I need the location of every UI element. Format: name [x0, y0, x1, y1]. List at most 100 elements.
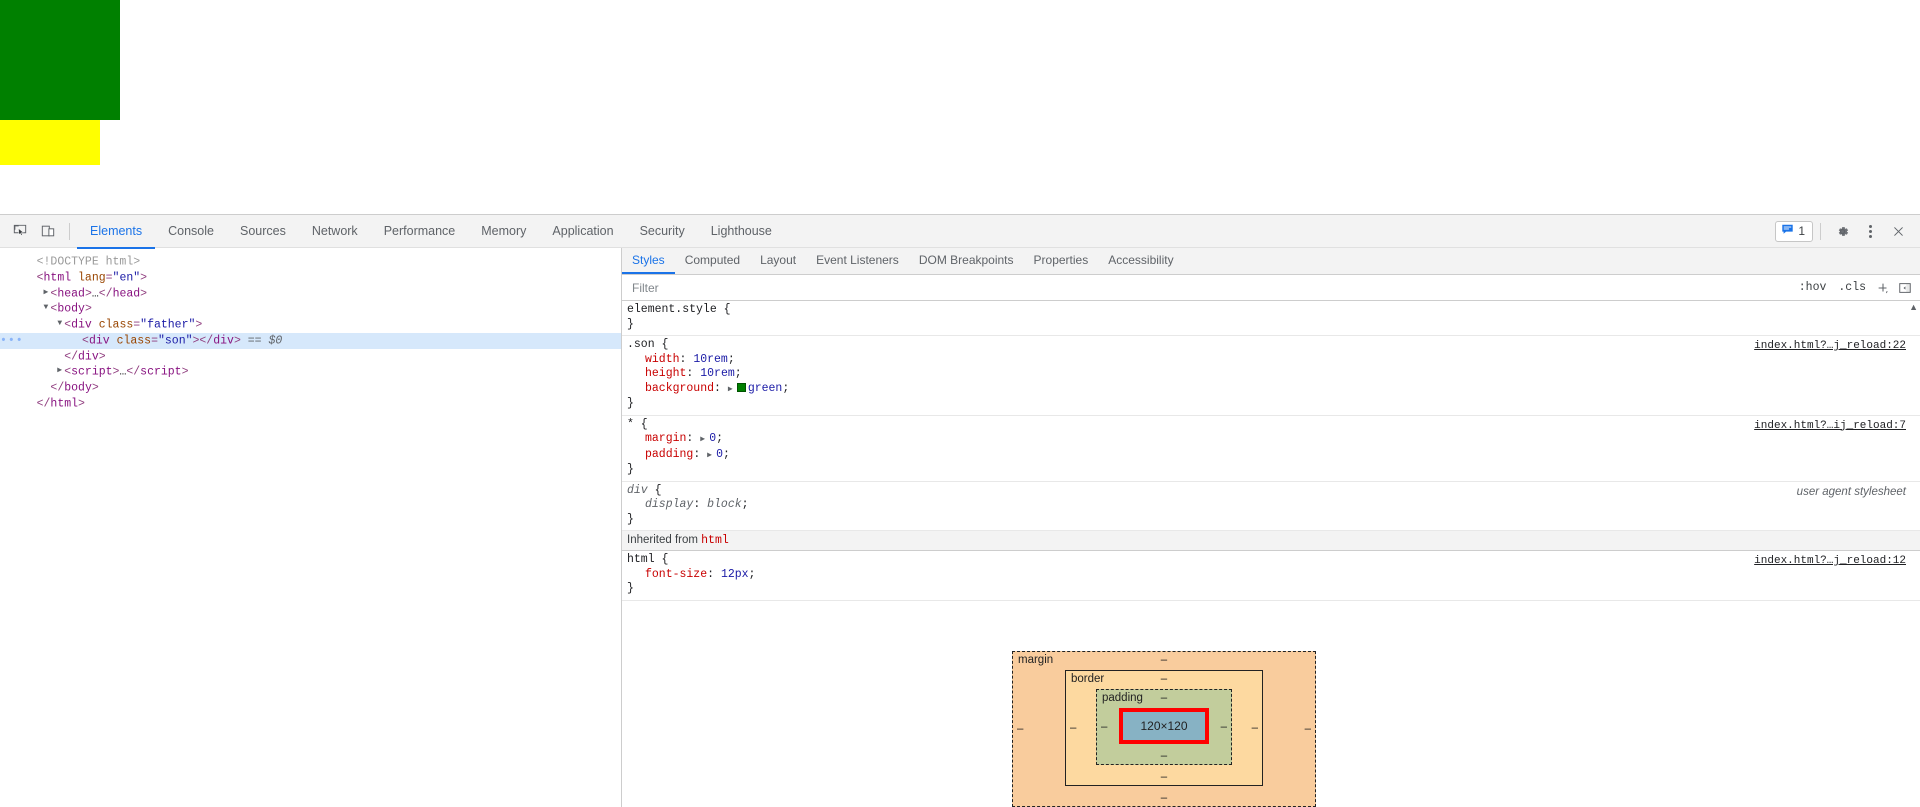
chevron-right-icon[interactable]: ▶ — [728, 383, 737, 398]
chevron-down-icon[interactable]: ▼ — [55, 317, 64, 332]
tab-dom-breakpoints[interactable]: DOM Breakpoints — [909, 248, 1024, 274]
dom-node-badge[interactable]: ••• — [0, 334, 32, 347]
tab-elements[interactable]: Elements — [77, 216, 156, 249]
inherited-source-tag[interactable]: html — [701, 534, 729, 547]
css-property-name[interactable]: margin — [645, 432, 686, 445]
dom-tree-pane[interactable]: <!DOCTYPE html> <html lang="en"> ▶ <head>… — [0, 248, 622, 807]
tab-event-listeners[interactable]: Event Listeners — [806, 248, 909, 274]
styles-filter-input[interactable] — [632, 280, 1793, 295]
box-model-margin-bottom[interactable]: – — [1161, 792, 1167, 804]
toggle-sidebar-icon[interactable] — [1894, 281, 1916, 295]
tab-memory[interactable]: Memory — [468, 216, 539, 249]
tab-computed[interactable]: Computed — [675, 248, 750, 274]
box-model-padding-top[interactable]: – — [1161, 692, 1167, 704]
css-property-value[interactable]: 0 — [716, 448, 723, 461]
box-model-border-bottom[interactable]: – — [1161, 771, 1167, 783]
css-source-link[interactable]: index.html?…j_reload:12 — [1754, 554, 1906, 569]
css-selector[interactable]: html — [627, 553, 655, 566]
close-icon[interactable] — [1884, 218, 1912, 244]
tab-security[interactable]: Security — [627, 216, 698, 249]
box-model-border-top[interactable]: – — [1161, 673, 1167, 685]
css-declaration[interactable]: margin: ▶ 0; — [622, 432, 1920, 448]
tab-lighthouse[interactable]: Lighthouse — [698, 216, 785, 249]
box-model-margin-right[interactable]: – — [1305, 723, 1311, 735]
css-declaration[interactable]: background: ▶ green; — [622, 382, 1920, 398]
dom-node[interactable]: ▼ <body> — [0, 301, 621, 317]
dom-node[interactable]: </body> — [0, 380, 621, 396]
tab-styles[interactable]: Styles — [622, 248, 675, 274]
box-model-border[interactable]: border – – – – padding – – – – 120×120 — [1065, 670, 1263, 786]
css-declaration[interactable]: display: block; — [622, 498, 1920, 513]
box-model-padding-left[interactable]: – — [1101, 721, 1107, 733]
css-property-name[interactable]: background — [645, 382, 714, 395]
dom-token-punct: < — [36, 271, 44, 285]
css-property-value[interactable]: green — [748, 382, 783, 395]
css-property-value[interactable]: 12px — [721, 568, 749, 581]
css-colon: : — [686, 432, 701, 445]
dom-node[interactable]: ▼ <div class="father"> — [0, 317, 621, 333]
css-semicolon: ; — [748, 567, 756, 581]
dom-node[interactable]: </div> — [0, 349, 621, 365]
message-count: 1 — [1798, 224, 1805, 238]
css-property-name[interactable]: display — [645, 498, 693, 511]
hov-toggle[interactable]: :hov — [1793, 281, 1833, 294]
tab-sources[interactable]: Sources — [227, 216, 299, 249]
css-declaration[interactable]: padding: ▶ 0; — [622, 448, 1920, 464]
box-model-content[interactable]: 120×120 — [1119, 708, 1209, 744]
tab-performance[interactable]: Performance — [371, 216, 469, 249]
box-model-border-right[interactable]: – — [1252, 722, 1258, 734]
css-property-value[interactable]: block — [707, 498, 742, 511]
css-property-value[interactable]: 10rem — [700, 367, 735, 380]
chevron-right-icon[interactable]: ▶ — [707, 449, 716, 464]
box-model-margin[interactable]: margin – – – – border – – – – padding – … — [1012, 651, 1316, 807]
dom-token-val: "en" — [112, 271, 141, 285]
css-declaration[interactable]: height: 10rem; — [622, 367, 1920, 382]
css-close-brace: } — [627, 582, 634, 595]
tab-application[interactable]: Application — [539, 216, 626, 249]
tab-console[interactable]: Console — [155, 216, 227, 249]
dom-token-tag: body — [57, 302, 85, 316]
new-style-rule-button[interactable] — [1872, 281, 1894, 295]
css-selector[interactable]: element.style — [627, 303, 717, 316]
box-model-padding[interactable]: padding – – – – 120×120 — [1096, 689, 1232, 765]
inspect-element-icon[interactable] — [6, 218, 34, 244]
dom-node[interactable]: <!DOCTYPE html> — [0, 254, 621, 270]
box-model-padding-right[interactable]: – — [1221, 721, 1227, 733]
box-model-margin-left[interactable]: – — [1017, 723, 1023, 735]
devtools-main: <!DOCTYPE html> <html lang="en"> ▶ <head>… — [0, 248, 1920, 807]
dom-node[interactable]: ▶ <script>…</script> — [0, 364, 621, 380]
box-model-padding-bottom[interactable]: – — [1161, 750, 1167, 762]
box-model-border-left[interactable]: – — [1070, 722, 1076, 734]
kebab-menu-icon[interactable] — [1856, 218, 1884, 244]
css-source-link[interactable]: index.html?…j_reload:22 — [1754, 339, 1906, 354]
css-selector-line: element.style { — [622, 303, 1920, 318]
device-toolbar-icon[interactable] — [34, 218, 62, 244]
dom-node[interactable]: <html lang="en"> — [0, 270, 621, 286]
css-property-value[interactable]: 10rem — [693, 353, 728, 366]
tab-properties[interactable]: Properties — [1024, 248, 1099, 274]
tab-network[interactable]: Network — [299, 216, 371, 249]
css-property-name[interactable]: padding — [645, 448, 693, 461]
css-selector[interactable]: * — [627, 418, 634, 431]
dom-node[interactable]: </html> — [0, 396, 621, 412]
tab-accessibility[interactable]: Accessibility — [1098, 248, 1183, 274]
box-model-margin-top[interactable]: – — [1161, 654, 1167, 666]
css-declaration[interactable]: width: 10rem; — [622, 353, 1920, 368]
chevron-right-icon[interactable]: ▶ — [55, 364, 64, 379]
css-selector[interactable]: .son — [627, 338, 655, 351]
gear-icon[interactable] — [1828, 218, 1856, 244]
css-property-name[interactable]: height — [645, 367, 686, 380]
css-source-link[interactable]: index.html?…ij_reload:7 — [1754, 419, 1906, 434]
css-property-name[interactable]: width — [645, 353, 680, 366]
console-message-badge[interactable]: 1 — [1775, 220, 1813, 242]
chevron-right-icon[interactable]: ▶ — [700, 433, 709, 448]
css-selector[interactable]: div — [627, 484, 648, 497]
tab-layout[interactable]: Layout — [750, 248, 806, 274]
css-declaration[interactable]: font-size: 12px; — [622, 568, 1920, 583]
css-property-name[interactable]: font-size — [645, 568, 707, 581]
dom-node[interactable]: ▶ <head>…</head> — [0, 286, 621, 302]
dom-node-selected[interactable]: ••• <div class="son"></div> == $0 — [0, 332, 621, 349]
cls-toggle[interactable]: .cls — [1832, 281, 1872, 294]
css-rules-list[interactable]: ▲ element.style {} index.html?…j_reload:2… — [622, 301, 1920, 807]
color-swatch[interactable] — [736, 382, 746, 392]
